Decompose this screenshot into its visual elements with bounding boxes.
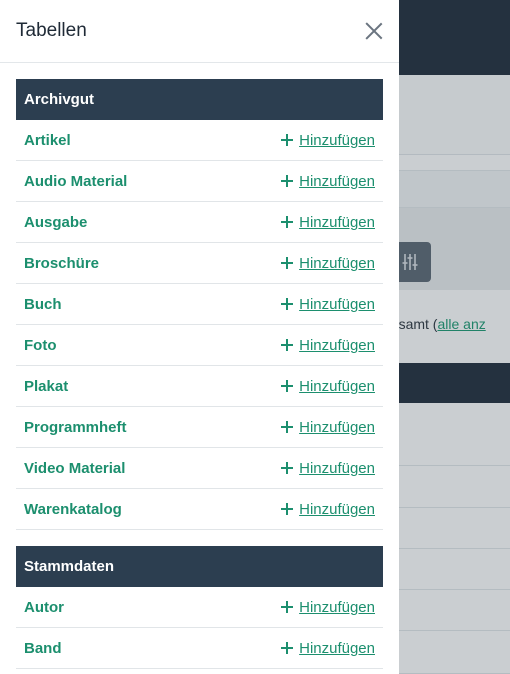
plus-icon <box>281 339 294 351</box>
add-button[interactable]: Hinzufügen <box>281 255 375 272</box>
plus-icon <box>281 175 294 187</box>
add-button[interactable]: Hinzufügen <box>281 173 375 190</box>
plus-icon <box>281 421 294 433</box>
add-link-label: Hinzufügen <box>299 336 375 354</box>
plus-icon <box>281 298 294 310</box>
table-link[interactable]: Ausgabe <box>24 214 87 231</box>
add-button[interactable]: Hinzufügen <box>281 296 375 313</box>
drawer-body: Archivgut Artikel Hinzufügen Audio Material… <box>0 63 399 669</box>
table-link[interactable]: Foto <box>24 337 56 354</box>
table-link[interactable]: Audio Material <box>24 173 127 190</box>
drawer-header: Tabellen <box>0 0 399 63</box>
section-header: Stammdaten <box>16 546 383 587</box>
add-link-label: Hinzufügen <box>299 500 375 518</box>
table-row-ausgabe: Ausgabe Hinzufügen <box>16 202 383 243</box>
table-row-broschüre: Broschüre Hinzufügen <box>16 243 383 284</box>
table-row-artikel: Artikel Hinzufügen <box>16 120 383 161</box>
table-row-foto: Foto Hinzufügen <box>16 325 383 366</box>
table-link[interactable]: Band <box>24 640 62 657</box>
plus-icon <box>281 642 294 654</box>
plus-icon <box>281 216 294 228</box>
table-link[interactable]: Artikel <box>24 132 71 149</box>
close-icon[interactable] <box>363 20 385 42</box>
add-button[interactable]: Hinzufügen <box>281 640 375 657</box>
add-button[interactable]: Hinzufügen <box>281 501 375 518</box>
table-link[interactable]: Buch <box>24 296 62 313</box>
add-button[interactable]: Hinzufügen <box>281 337 375 354</box>
add-button[interactable]: Hinzufügen <box>281 599 375 616</box>
add-link-label: Hinzufügen <box>299 213 375 231</box>
add-link-label: Hinzufügen <box>299 639 375 657</box>
table-row-plakat: Plakat Hinzufügen <box>16 366 383 407</box>
table-link[interactable]: Autor <box>24 599 64 616</box>
add-button[interactable]: Hinzufügen <box>281 460 375 477</box>
table-link[interactable]: Warenkatalog <box>24 501 122 518</box>
table-row-programmheft: Programmheft Hinzufügen <box>16 407 383 448</box>
table-row-warenkatalog: Warenkatalog Hinzufügen <box>16 489 383 530</box>
plus-icon <box>281 601 294 613</box>
add-link-label: Hinzufügen <box>299 377 375 395</box>
table-row-band: Band Hinzufügen <box>16 628 383 669</box>
add-button[interactable]: Hinzufügen <box>281 419 375 436</box>
table-row-autor: Autor Hinzufügen <box>16 587 383 628</box>
table-link[interactable]: Broschüre <box>24 255 99 272</box>
add-link-label: Hinzufügen <box>299 459 375 477</box>
tables-drawer: Tabellen Archivgut Artikel Hinzufügen Audio… <box>0 0 399 674</box>
table-section: Stammdaten Autor Hinzufügen Band Hinzufügen <box>16 546 383 669</box>
table-link[interactable]: Programmheft <box>24 419 127 436</box>
section-header: Archivgut <box>16 79 383 120</box>
add-button[interactable]: Hinzufügen <box>281 378 375 395</box>
add-button[interactable]: Hinzufügen <box>281 132 375 149</box>
add-link-label: Hinzufügen <box>299 418 375 436</box>
drawer-title: Tabellen <box>16 20 87 41</box>
table-section: Archivgut Artikel Hinzufügen Audio Material… <box>16 79 383 530</box>
plus-icon <box>281 503 294 515</box>
table-row-video-material: Video Material Hinzufügen <box>16 448 383 489</box>
add-link-label: Hinzufügen <box>299 172 375 190</box>
plus-icon <box>281 462 294 474</box>
plus-icon <box>281 257 294 269</box>
plus-icon <box>281 134 294 146</box>
add-link-label: Hinzufügen <box>299 131 375 149</box>
table-link[interactable]: Plakat <box>24 378 68 395</box>
table-row-buch: Buch Hinzufügen <box>16 284 383 325</box>
add-link-label: Hinzufügen <box>299 295 375 313</box>
add-button[interactable]: Hinzufügen <box>281 214 375 231</box>
add-link-label: Hinzufügen <box>299 254 375 272</box>
add-link-label: Hinzufügen <box>299 598 375 616</box>
plus-icon <box>281 380 294 392</box>
table-row-audio-material: Audio Material Hinzufügen <box>16 161 383 202</box>
table-link[interactable]: Video Material <box>24 460 125 477</box>
